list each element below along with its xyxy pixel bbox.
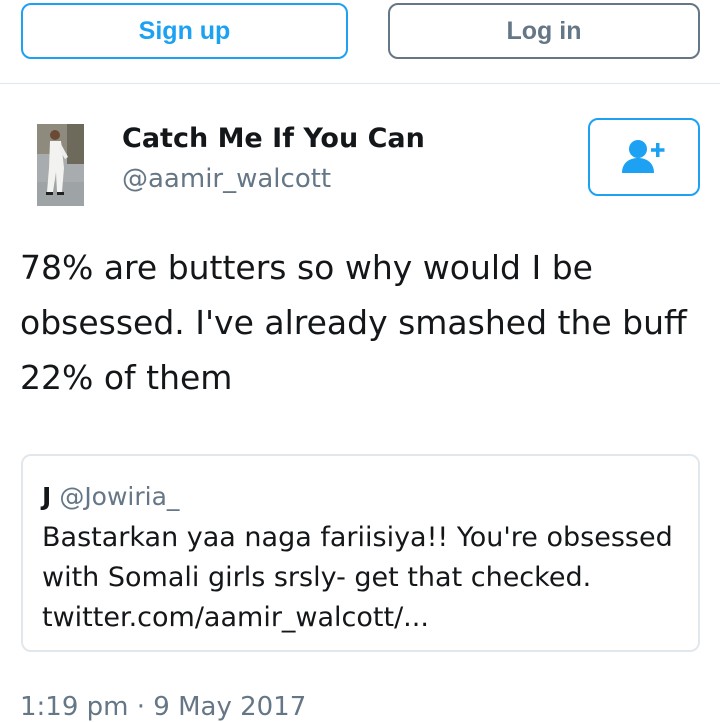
tweet-text-line: 78% are butters so why would I be — [20, 248, 593, 287]
quoted-tweet-text: Bastarkan yaa naga fariisiya!! You're ob… — [42, 518, 673, 638]
log-in-button[interactable]: Log in — [388, 3, 700, 59]
tweet-timestamp[interactable]: 1:19 pm · 9 May 2017 — [20, 692, 306, 722]
quoted-author-handle: @Jowiria_ — [59, 482, 180, 511]
tweet-text-line: obsessed. I've already smashed the buff — [20, 303, 687, 342]
sign-up-button[interactable]: Sign up — [21, 3, 348, 59]
avatar[interactable] — [37, 124, 84, 206]
quoted-author-name: J — [42, 482, 52, 511]
author-name[interactable]: Catch Me If You Can — [122, 123, 425, 154]
quoted-text-line: twitter.com/aamir_walcott/... — [42, 602, 429, 633]
follow-button[interactable] — [588, 118, 700, 196]
tweet-text-line: 22% of them — [20, 358, 233, 397]
avatar-image — [37, 124, 84, 206]
follow-user-icon — [622, 140, 665, 173]
tweet-text: 78% are butters so why would I be obsess… — [20, 240, 700, 405]
author-handle[interactable]: @aamir_walcott — [122, 164, 331, 194]
quoted-tweet-header: J @Jowiria_ — [42, 482, 179, 511]
quoted-tweet-card[interactable]: J @Jowiria_ Bastarkan yaa naga fariisiya!… — [21, 454, 700, 652]
quoted-text-line: Bastarkan yaa naga fariisiya!! You're ob… — [42, 522, 673, 553]
quoted-text-line: with Somali girls srsly- get that checke… — [42, 562, 592, 593]
top-bar: Sign up Log in — [0, 0, 720, 84]
